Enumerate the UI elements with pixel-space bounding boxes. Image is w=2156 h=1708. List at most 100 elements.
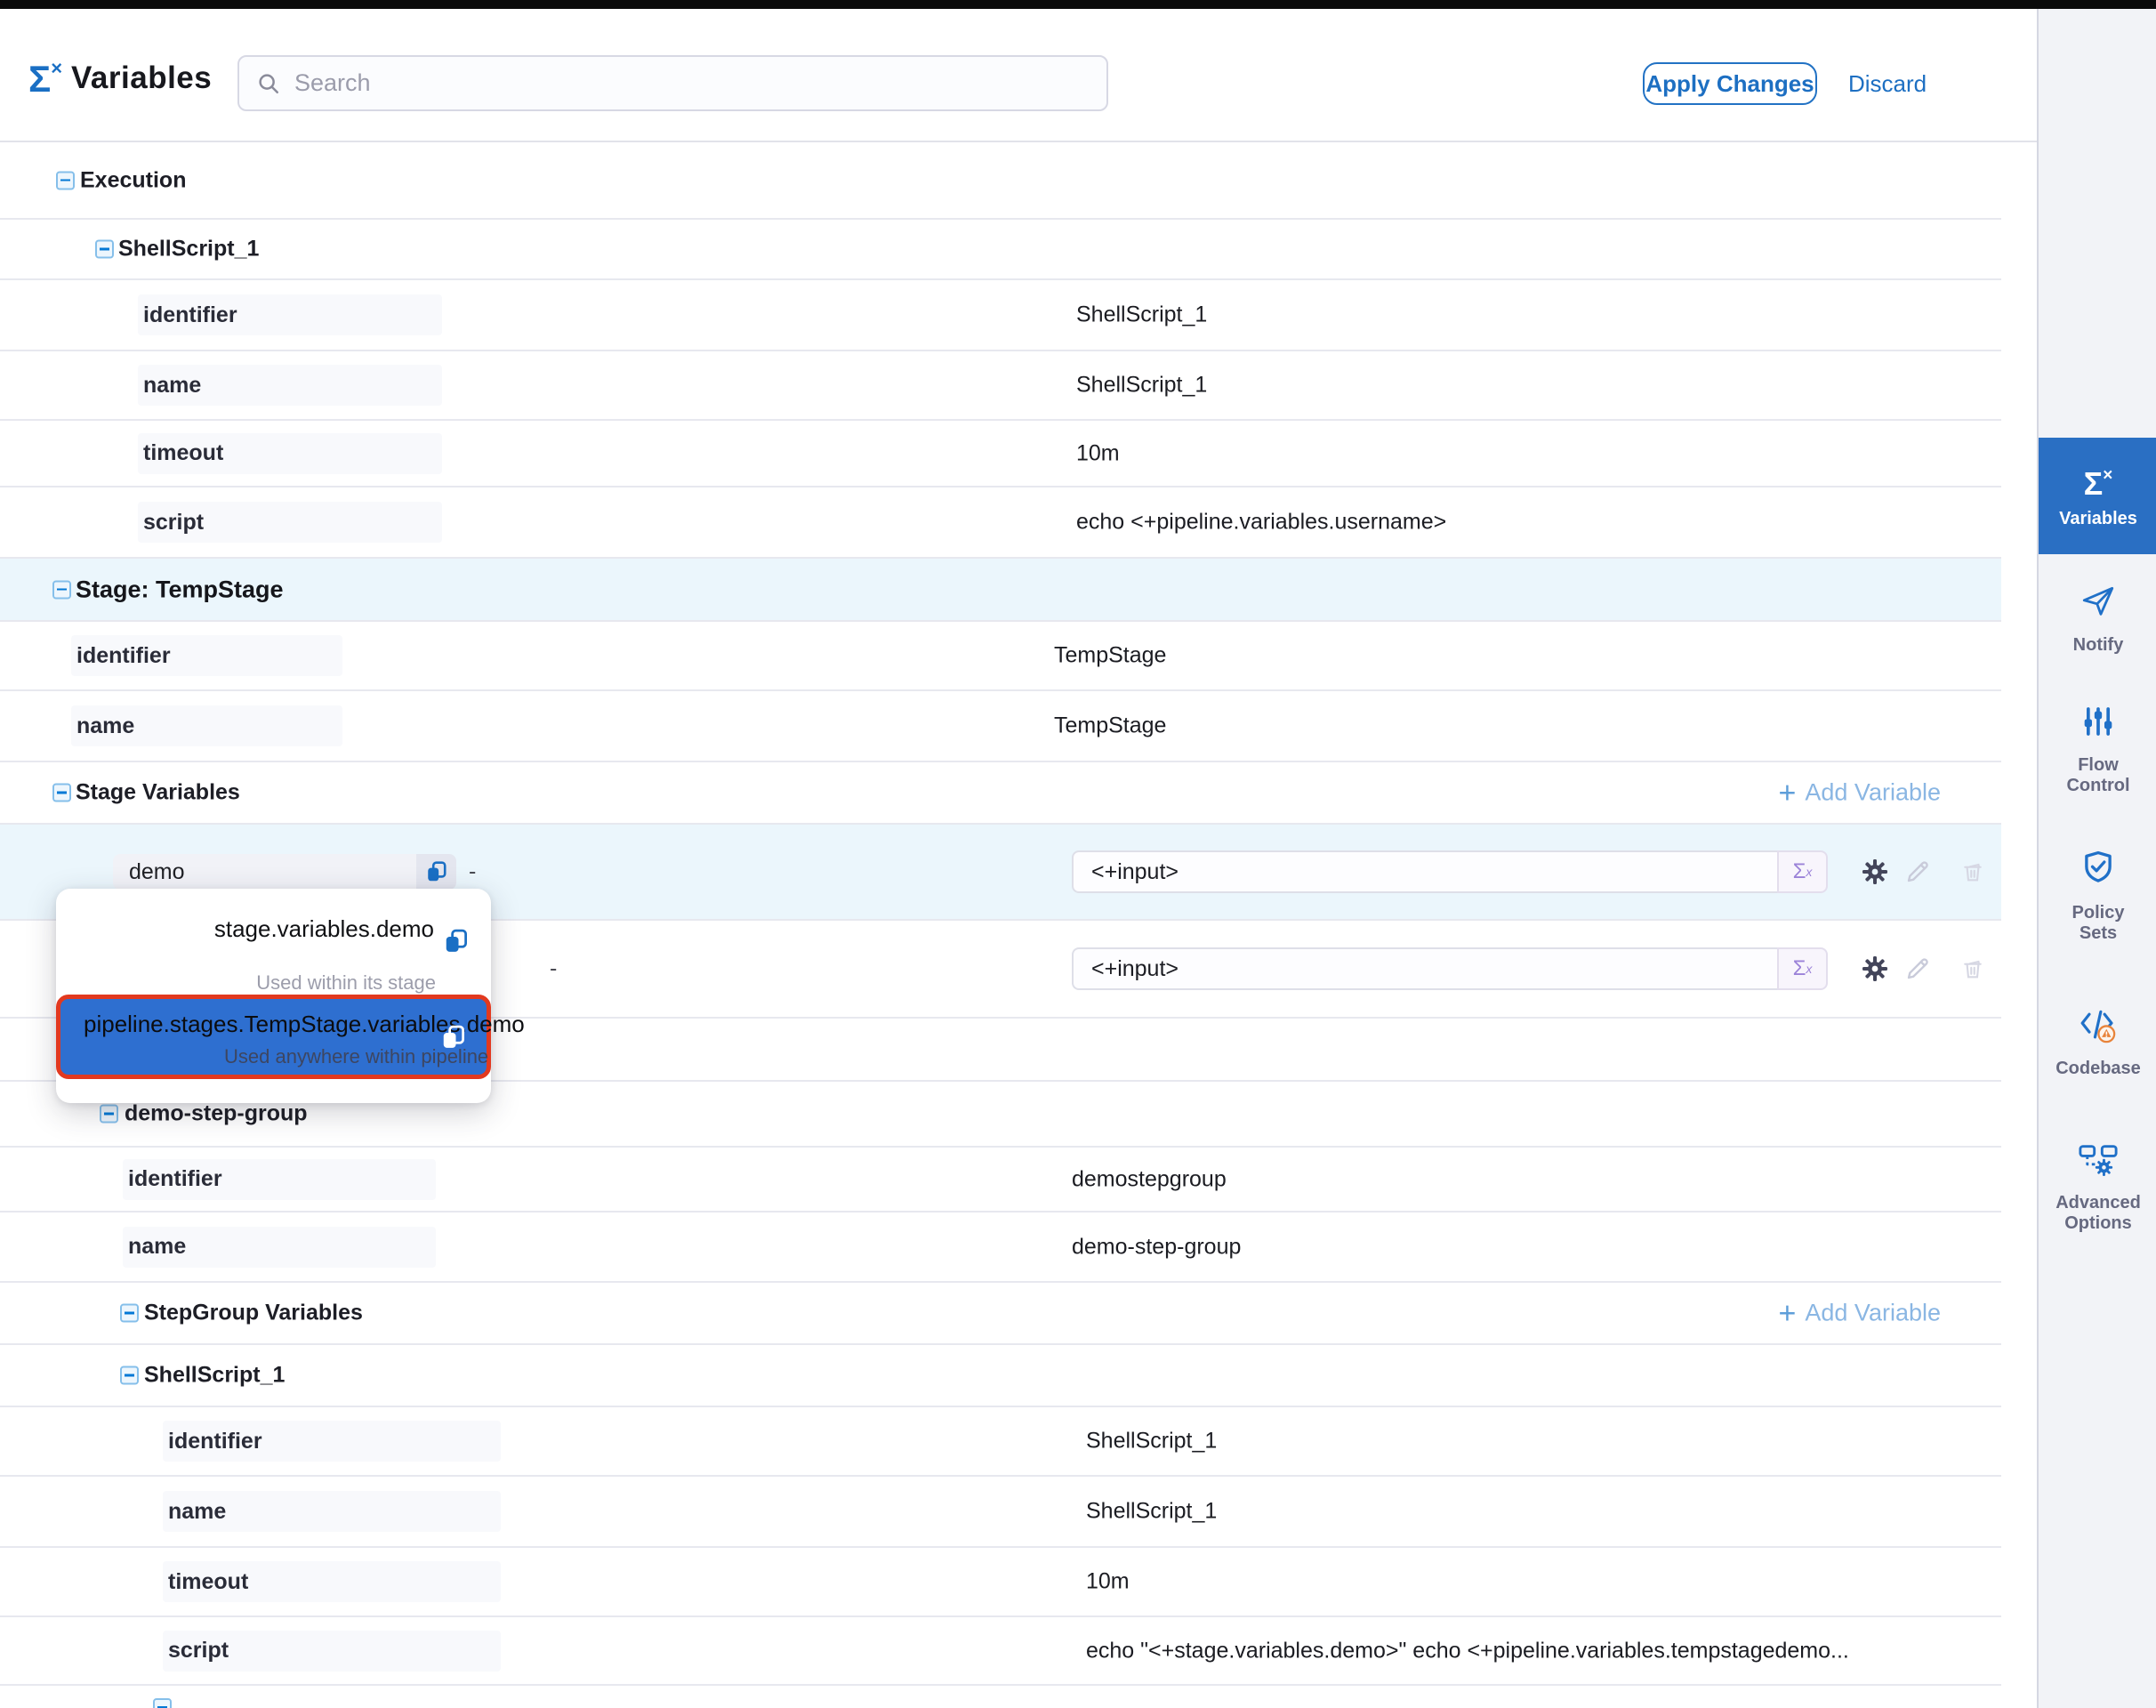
table-row: name TempStage (0, 691, 2001, 762)
delete-trash-icon[interactable] (1960, 858, 1985, 886)
variable-type-dash: - (469, 859, 476, 885)
sidebar-item-advanced-options[interactable]: AdvancedOptions (2039, 1140, 2156, 1234)
tree-node-label: ShellScript_1 (118, 237, 259, 262)
search-input[interactable]: Search (237, 55, 1108, 111)
collapse-minus-icon[interactable] (120, 1366, 139, 1385)
edit-pencil-icon[interactable] (1903, 954, 1932, 984)
sidebar-item-label: Notify (2073, 635, 2124, 656)
variable-name-input[interactable]: demo (113, 854, 456, 890)
settings-gear-icon[interactable] (1861, 954, 1889, 984)
tree-node-label: ShellScript_1 (144, 1363, 285, 1389)
tree-node-label: Stage: TempStage (76, 576, 284, 603)
table-row: Execution (0, 142, 2001, 220)
add-variable-button[interactable]: + Add Variable (1779, 779, 1941, 807)
field-value: echo <+pipeline.variables.username> (1076, 510, 1446, 536)
variables-sigma-icon: Σ× (28, 53, 62, 98)
field-label: identifier (138, 302, 237, 328)
field-label: script (163, 1638, 229, 1664)
field-value: ShellScript_1 (1086, 1429, 1217, 1454)
field-label-chip: identifier (71, 635, 342, 676)
variable-value-input[interactable]: <+input> (1072, 850, 1777, 893)
copy-icon[interactable] (443, 928, 470, 959)
field-value: 10m (1076, 440, 1120, 466)
field-value: demo-step-group (1072, 1234, 1241, 1260)
page-title: Variables (71, 60, 212, 96)
field-label: name (163, 1499, 226, 1525)
sidebar-item-label: Variables (2059, 509, 2137, 529)
copy-icon[interactable] (416, 854, 456, 890)
table-row: StepGroup Variables+Add Variable (0, 1283, 2001, 1345)
sidebar-item-label: PolicySets (2072, 903, 2125, 944)
sidebar-item-notify[interactable]: Notify (2039, 583, 2156, 656)
sidebar-item-flow-control[interactable]: FlowControl (2039, 703, 2156, 796)
copy-icon[interactable] (440, 1024, 467, 1055)
tree-node-label: Execution (80, 167, 186, 193)
table-row: name ShellScript_1 (0, 351, 2001, 421)
window-top-bar (0, 0, 2156, 9)
variable-reference-option-pipeline[interactable]: pipeline.stages.TempStage.variables.demo… (56, 995, 491, 1079)
collapse-minus-icon[interactable] (100, 1105, 118, 1124)
table-row: script echo <+pipeline.variables.username… (0, 487, 2001, 559)
variable-name: demo (113, 854, 416, 890)
field-label: name (138, 373, 201, 399)
collapse-minus-icon[interactable] (52, 784, 71, 802)
collapse-minus-icon[interactable] (56, 171, 75, 189)
edit-pencil-icon[interactable] (1903, 857, 1932, 887)
add-variable-label: Add Variable (1805, 779, 1941, 807)
sidebar-item-codebase[interactable]: Codebase (2039, 1008, 2156, 1079)
field-label-chip: identifier (163, 1421, 501, 1462)
discard-button[interactable]: Discard (1848, 62, 1927, 105)
field-value: TempStage (1054, 643, 1166, 669)
variable-reference-option-stage[interactable]: stage.variables.demo Used within its sta… (78, 915, 470, 995)
field-label: identifier (163, 1429, 262, 1454)
variable-reference-popup: stage.variables.demo Used within its sta… (56, 889, 491, 1103)
tree-node-label: Stage Variables (76, 780, 240, 806)
sidebar-item-policy-sets[interactable]: PolicySets (2039, 847, 2156, 944)
collapse-minus-icon[interactable] (153, 1698, 172, 1708)
code-warning-icon (2078, 1008, 2119, 1048)
sidebar-item-label: AdvancedOptions (2055, 1193, 2141, 1234)
variable-value-input[interactable]: <+input> (1072, 947, 1777, 990)
shield-check-icon (2080, 847, 2117, 892)
table-row: identifier ShellScript_1 (0, 1407, 2001, 1477)
add-variable-label: Add Variable (1805, 1300, 1941, 1327)
field-label-chip: script (138, 502, 442, 543)
apply-changes-button[interactable]: Apply Changes (1643, 62, 1817, 105)
field-label-chip: timeout (163, 1561, 501, 1602)
field-value: ShellScript_1 (1076, 373, 1207, 399)
add-variable-button[interactable]: + Add Variable (1779, 1300, 1941, 1327)
search-icon (255, 70, 282, 97)
collapse-minus-icon[interactable] (120, 1304, 139, 1323)
field-label-chip: name (138, 365, 442, 406)
table-row (0, 1686, 2001, 1708)
sigma-icon: Σ× (2084, 463, 2113, 500)
sidebar-item-label: Codebase (2055, 1059, 2141, 1079)
sliders-icon (2080, 703, 2116, 745)
collapse-minus-icon[interactable] (52, 580, 71, 599)
panel-header: Σ× Variables Search Apply Changes Discar… (0, 9, 2156, 142)
collapse-minus-icon[interactable] (95, 240, 114, 259)
plus-icon: + (1779, 779, 1797, 806)
variables-panel: Σ× Variables Search Apply Changes Discar… (0, 0, 2156, 1708)
table-row: nameShellScript_1 (0, 1477, 2001, 1548)
field-label-chip: name (123, 1227, 436, 1268)
settings-gear-icon[interactable] (1861, 857, 1889, 887)
field-value: TempStage (1054, 713, 1166, 739)
field-value: echo "<+stage.variables.demo>" echo <+pi… (1086, 1638, 1849, 1664)
runtime-input-sigma-button[interactable]: Σx (1777, 947, 1828, 990)
variable-type-dash: - (550, 956, 557, 982)
table-row: identifier TempStage (0, 622, 2001, 691)
reference-scope-hint: Used within its stage (78, 971, 470, 995)
sidebar-item-variables[interactable]: Σ× Variables (2039, 438, 2156, 554)
runtime-input-sigma-button[interactable]: Σx (1777, 850, 1828, 893)
field-label-chip: name (71, 705, 342, 746)
field-label: name (123, 1234, 186, 1260)
field-value: ShellScript_1 (1076, 302, 1207, 328)
field-value: 10m (1086, 1569, 1130, 1595)
field-label-chip: identifier (123, 1159, 436, 1200)
sidebar-item-label: FlowControl (2066, 755, 2129, 796)
delete-trash-icon[interactable] (1960, 955, 1985, 983)
table-row: name demo-step-group (0, 1213, 2001, 1283)
table-row: script echo "<+stage.variables.demo>" ech… (0, 1617, 2001, 1686)
plus-icon: + (1779, 1300, 1797, 1326)
